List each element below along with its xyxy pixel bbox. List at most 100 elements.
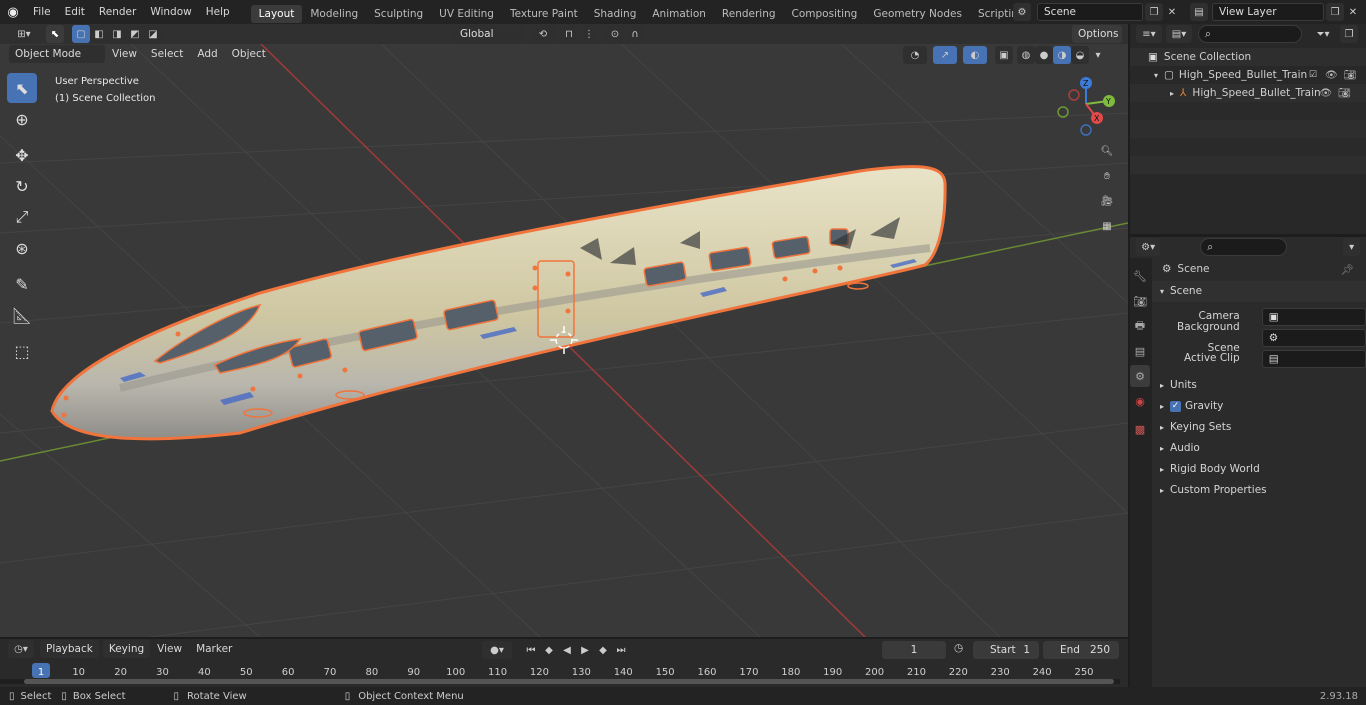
view-layer-tab-icon[interactable]: ▤: [1130, 340, 1150, 362]
menu-edit[interactable]: Edit: [58, 0, 92, 24]
gravity-panel[interactable]: ▸ ✓ Gravity: [1130, 396, 1366, 417]
output-tab-icon[interactable]: 🖶: [1130, 315, 1150, 337]
start-frame-field[interactable]: Start 1: [973, 641, 1039, 659]
viewport-menu-add[interactable]: Add: [190, 44, 224, 64]
view-layer-icon[interactable]: ▤: [1190, 3, 1208, 21]
background-scene-field[interactable]: ⚙: [1261, 328, 1366, 347]
camera-field[interactable]: ▣: [1261, 307, 1366, 326]
train-model[interactable]: [50, 165, 947, 441]
outliner-item-train-loc[interactable]: ▾ ▢ High_Speed_Bullet_Train_Loc ☑ 👁︎ 📷︎: [1130, 66, 1366, 84]
timeline-marker-menu[interactable]: Marker: [189, 639, 239, 659]
jump-keyframe-back-icon[interactable]: ◆: [540, 641, 558, 659]
tab-modeling[interactable]: Modeling: [302, 5, 366, 23]
visibility-eye-icon[interactable]: 👁︎: [1319, 88, 1332, 99]
audio-panel[interactable]: ▸ Audio: [1130, 438, 1366, 459]
options-dropdown[interactable]: Options: [1072, 25, 1122, 43]
timeline-view-menu[interactable]: View: [150, 639, 189, 659]
gravity-checkbox[interactable]: ✓: [1170, 401, 1182, 412]
proportional-edit-icon[interactable]: ⊙: [606, 25, 624, 43]
play-reverse-icon[interactable]: ◀: [558, 641, 576, 659]
tab-rendering[interactable]: Rendering: [714, 5, 784, 23]
pan-hand-icon[interactable]: ✋︎: [1098, 167, 1116, 185]
new-scene-icon[interactable]: ❐: [1145, 3, 1163, 21]
rotate-tool-icon[interactable]: ↻: [7, 171, 37, 201]
jump-end-icon[interactable]: ⏭: [612, 641, 630, 659]
select-mode-invert-icon[interactable]: ◩: [126, 25, 144, 43]
properties-editor-icon[interactable]: ⚙▾: [1136, 238, 1161, 256]
delete-scene-icon[interactable]: ✕: [1163, 3, 1181, 21]
select-mode-subtract-icon[interactable]: ◨: [108, 25, 126, 43]
scene-tab-icon[interactable]: ⚙: [1130, 365, 1150, 387]
viewport-menu-view[interactable]: View: [105, 44, 144, 64]
object-visibility-icon[interactable]: ◔: [903, 46, 927, 64]
object-mode-dropdown[interactable]: Object Mode: [9, 45, 105, 63]
orientation-dropdown[interactable]: Global: [454, 25, 524, 43]
xray-toggle-icon[interactable]: ▣: [995, 46, 1013, 64]
shading-rendered-icon[interactable]: ◒: [1071, 46, 1089, 64]
tab-shading[interactable]: Shading: [586, 5, 645, 23]
custom-properties-panel[interactable]: ▸ Custom Properties: [1130, 480, 1366, 501]
select-mode-extend-icon[interactable]: ◧: [90, 25, 108, 43]
jump-keyframe-forward-icon[interactable]: ◆: [594, 641, 612, 659]
outliner-editor-icon[interactable]: ≡▾: [1136, 25, 1162, 43]
snap-icon[interactable]: ⊓: [560, 25, 578, 43]
annotate-tool-icon[interactable]: ✎: [7, 269, 37, 299]
scale-tool-icon[interactable]: ⤢: [7, 202, 37, 232]
jump-start-icon[interactable]: ⏮: [522, 641, 540, 659]
perspective-grid-icon[interactable]: ▦: [1098, 217, 1116, 235]
play-icon[interactable]: ▶: [576, 641, 594, 659]
measure-tool-icon[interactable]: 📐︎: [7, 300, 37, 330]
shading-solid-icon[interactable]: ●: [1035, 46, 1053, 64]
keying-menu[interactable]: Keying: [102, 640, 151, 658]
outliner-search-input[interactable]: ⌕: [1198, 25, 1302, 43]
tab-sculpting[interactable]: Sculpting: [366, 5, 431, 23]
tab-texture-paint[interactable]: Texture Paint: [502, 5, 586, 23]
tab-layout[interactable]: Layout: [250, 4, 303, 23]
pin-icon[interactable]: 📌︎: [1341, 263, 1354, 276]
expand-arrow-icon[interactable]: ▸: [1170, 89, 1180, 98]
overlays-toggle-icon[interactable]: ◐: [963, 46, 987, 64]
properties-search-input[interactable]: ⌕: [1200, 238, 1288, 256]
outliner-root[interactable]: ▣ Scene Collection: [1130, 48, 1366, 66]
texture-tab-icon[interactable]: ▩: [1130, 418, 1150, 440]
shading-options-icon[interactable]: ▾: [1089, 46, 1107, 64]
shading-wireframe-icon[interactable]: ◍: [1017, 46, 1035, 64]
keying-sets-panel[interactable]: ▸ Keying Sets: [1130, 417, 1366, 438]
scene-panel-header[interactable]: ▾ Scene: [1130, 281, 1366, 302]
tool-tab-icon[interactable]: 🔧︎: [1130, 265, 1150, 287]
transform-tool-icon[interactable]: ⊛: [7, 233, 37, 263]
add-cube-tool-icon[interactable]: ⬚: [7, 336, 37, 366]
pivot-point-icon[interactable]: ⟲: [530, 25, 556, 43]
new-view-layer-icon[interactable]: ❐: [1326, 3, 1344, 21]
auto-keying-icon[interactable]: ●▾: [482, 641, 512, 659]
select-tool-icon[interactable]: ⬉: [46, 25, 64, 43]
3d-viewport[interactable]: User Perspective (1) Scene Collection Z …: [0, 43, 1128, 637]
visibility-eye-icon[interactable]: 👁︎: [1325, 70, 1338, 81]
end-frame-field[interactable]: End 250: [1043, 641, 1119, 659]
blender-logo-icon[interactable]: ◉: [0, 5, 26, 20]
outliner-item-train[interactable]: ▸ ⅄ High_Speed_Bullet_Train 👁︎ 📷︎: [1130, 84, 1366, 102]
viewport-menu-select[interactable]: Select: [144, 44, 190, 64]
menu-window[interactable]: Window: [143, 0, 198, 24]
select-mode-new-icon[interactable]: ▢: [72, 25, 90, 43]
timeline-editor-icon[interactable]: ◷▾: [8, 640, 34, 658]
active-clip-field[interactable]: ▤: [1261, 349, 1366, 368]
scene-field[interactable]: Scene: [1037, 3, 1143, 21]
tab-animation[interactable]: Animation: [644, 5, 714, 23]
select-mode-intersect-icon[interactable]: ◪: [144, 25, 162, 43]
navigation-gizmo[interactable]: Z Y X: [1052, 74, 1122, 138]
scene-icon[interactable]: ⚙: [1013, 3, 1031, 21]
stopwatch-icon[interactable]: ◷: [954, 642, 963, 654]
playback-menu[interactable]: Playback: [40, 640, 99, 658]
menu-file[interactable]: File: [26, 0, 58, 24]
menu-render[interactable]: Render: [92, 0, 143, 24]
viewport-menu-object[interactable]: Object: [225, 44, 273, 64]
snap-target-icon[interactable]: ⋮: [580, 25, 598, 43]
units-panel[interactable]: ▸ Units: [1130, 375, 1366, 396]
filter-icon[interactable]: ⏷▾: [1310, 25, 1336, 43]
delete-view-layer-icon[interactable]: ✕: [1344, 3, 1362, 21]
expand-arrow-icon[interactable]: ▾: [1154, 71, 1164, 80]
current-frame-field[interactable]: 1: [882, 641, 946, 659]
properties-options-icon[interactable]: ▾: [1343, 238, 1360, 256]
select-box-tool-icon[interactable]: ⬉: [7, 73, 37, 103]
